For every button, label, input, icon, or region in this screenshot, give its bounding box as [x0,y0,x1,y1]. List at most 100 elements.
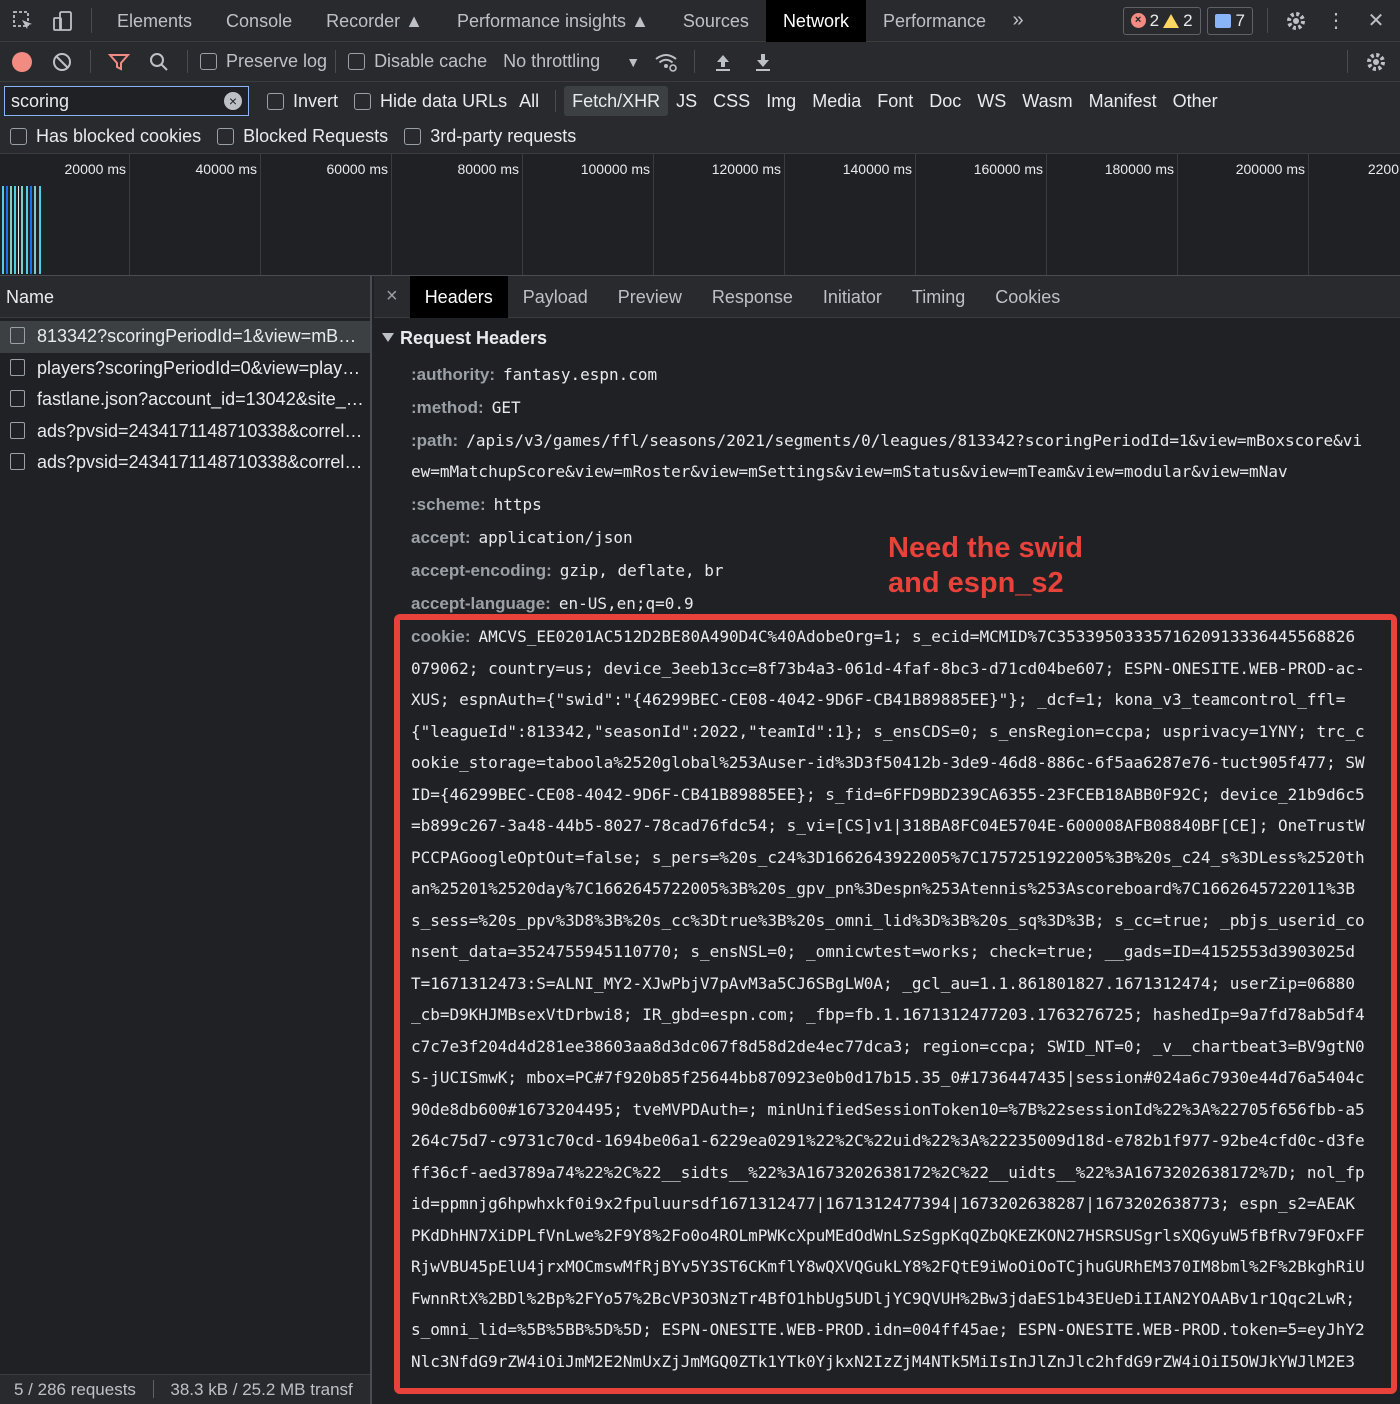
tab-response[interactable]: Response [697,276,808,318]
filter-icon[interactable] [99,42,139,82]
blocked-requests-label: Blocked Requests [243,126,389,146]
type-filter-all[interactable]: All [511,86,547,116]
tab-network[interactable]: Network [765,0,866,42]
device-toolbar-icon[interactable] [43,1,83,41]
inspect-element-icon[interactable] [3,1,43,41]
blocked-requests-checkbox[interactable]: Blocked Requests [217,126,388,147]
request-headers-section-header[interactable]: Request Headers [382,328,547,349]
header-key: accept-language: [411,594,551,613]
third-party-checkbox[interactable]: 3rd-party requests [404,126,576,147]
tab-performance-insights-label: Performance insights [456,10,627,31]
tab-preview[interactable]: Preview [603,276,697,318]
xhr-file-icon [10,421,25,439]
disable-cache-checkbox[interactable]: Disable cache [348,51,487,72]
filter-input[interactable]: scoring × [4,86,249,116]
tab-performance[interactable]: Performance [866,0,1003,42]
tab-cookies[interactable]: Cookies [980,276,1075,318]
network-overview-timeline[interactable]: 20000 ms 40000 ms 60000 ms 80000 ms 1000… [0,154,1400,276]
messages-badge[interactable]: 7 [1206,6,1253,35]
timeline-tick-label: 160000 ms [973,161,1043,177]
type-filter-font[interactable]: Font [869,86,921,116]
tab-payload[interactable]: Payload [508,276,603,318]
tab-recorder-label: Recorder [326,10,401,31]
timeline-bar [2,186,4,274]
clear-filter-icon[interactable]: × [224,92,242,110]
type-filter-css[interactable]: CSS [705,86,758,116]
timeline-tick: 2200 [1309,154,1400,275]
flask-icon: ▲ [405,10,423,31]
warning-count: 2 [1183,10,1193,30]
has-blocked-cookies-checkbox[interactable]: Has blocked cookies [10,126,201,147]
header-value: fantasy.espn.com [503,365,658,384]
type-filter-media[interactable]: Media [804,86,869,116]
network-settings-gear-icon[interactable] [1356,42,1396,82]
network-toolbar: Preserve log Disable cache No throttling… [0,42,1400,82]
request-row[interactable]: ads?pvsid=2434171148710338&correl… [0,416,370,448]
request-row[interactable]: fastlane.json?account_id=13042&site_… [0,384,370,416]
record-icon[interactable] [2,42,42,82]
type-filter-other[interactable]: Other [1165,86,1226,116]
kebab-menu-icon[interactable]: ⋮ [1316,1,1356,41]
filter-bar: scoring × Invert Hide data URLs All Fetc… [0,82,1400,120]
search-icon[interactable] [139,42,179,82]
network-conditions-icon[interactable] [646,42,686,82]
timeline-bar [26,186,28,274]
header-key: :method: [411,398,484,417]
tab-headers[interactable]: Headers [409,276,508,318]
throttling-select[interactable]: No throttling ▼ [503,51,640,72]
type-filter-js[interactable]: JS [668,86,705,116]
export-har-icon[interactable] [743,42,783,82]
header-key: :scheme: [411,495,486,514]
tab-timing[interactable]: Timing [897,276,980,318]
header-value: gzip, deflate, br [559,561,724,580]
timeline-tick: 20000 ms [0,154,130,275]
tab-sources[interactable]: Sources [666,0,766,42]
request-row[interactable]: players?scoringPeriodId=0&view=play… [0,353,370,385]
header-row: accept-encoding: gzip, deflate, br [411,555,724,587]
type-filter-ws[interactable]: WS [969,86,1014,116]
request-name: players?scoringPeriodId=0&view=play… [37,357,361,378]
preserve-log-checkbox[interactable]: Preserve log [200,51,327,72]
tab-recorder[interactable]: Recorder ▲ [309,0,440,42]
name-column-header[interactable]: Name [0,276,370,318]
tab-console[interactable]: Console [209,0,309,42]
type-filter-img[interactable]: Img [758,86,804,116]
more-tabs-chevron-icon[interactable]: » [1003,1,1033,41]
type-filter-wasm[interactable]: Wasm [1014,86,1080,116]
tab-performance-insights[interactable]: Performance insights ▲ [440,0,666,42]
issues-badge[interactable]: × 2 2 [1122,6,1201,35]
request-name: 813342?scoringPeriodId=1&view=mB… [37,326,357,346]
request-row[interactable]: 813342?scoringPeriodId=1&view=mB… [0,321,370,353]
timeline-tick-label: 60000 ms [326,161,388,177]
hide-data-urls-checkbox[interactable]: Hide data URLs [354,91,507,112]
type-filter-fetch-xhr[interactable]: Fetch/XHR [564,86,669,116]
annotation-line: Need the swid [888,532,1083,564]
clear-icon[interactable] [42,42,82,82]
xhr-file-icon [10,390,25,407]
header-value: application/json [478,528,633,547]
close-icon[interactable]: ✕ [1356,1,1396,41]
timeline-bar [6,186,8,274]
tab-initiator[interactable]: Initiator [808,276,897,318]
details-tab-bar: × Headers Payload Preview Response Initi… [374,276,1400,318]
timeline-bar [18,186,19,274]
gear-icon[interactable] [1276,1,1316,41]
divider [1267,8,1268,33]
close-details-icon[interactable]: × [374,285,410,308]
timeline-tick: 40000 ms [130,154,261,275]
devtools-tab-bar: Elements Console Recorder ▲ Performance … [0,0,1400,42]
filter-options-bar: Has blocked cookies Blocked Requests 3rd… [0,120,1400,154]
timeline-tick: 180000 ms [1047,154,1178,275]
divider [694,50,696,73]
header-row: :method: GET [411,392,521,424]
timeline-tick: 80000 ms [392,154,523,275]
tab-elements[interactable]: Elements [100,0,209,42]
type-filter-manifest[interactable]: Manifest [1081,86,1165,116]
timeline-tick: 60000 ms [261,154,392,275]
type-filter-doc[interactable]: Doc [921,86,969,116]
request-row[interactable]: ads?pvsid=2434171148710338&correl… [0,447,370,479]
timeline-tick-label: 120000 ms [711,161,781,177]
header-key: :authority: [411,365,496,384]
import-har-icon[interactable] [703,42,743,82]
invert-checkbox[interactable]: Invert [267,91,338,112]
